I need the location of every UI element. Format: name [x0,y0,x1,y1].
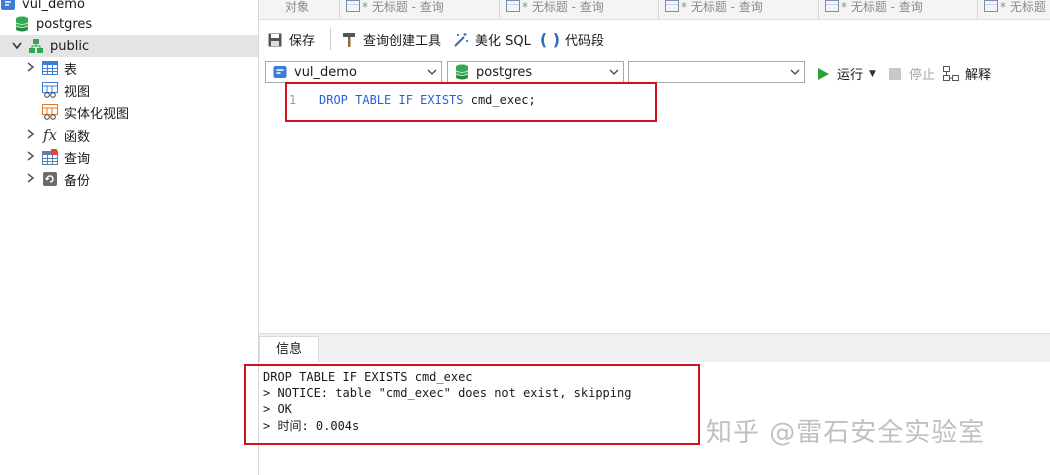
tree-item-queries[interactable]: 查询 [26,146,90,168]
parentheses-icon: ( ) [539,30,561,49]
tree-item-label: 实体化视图 [64,106,130,122]
database-select[interactable]: postgres [447,61,624,83]
chevron-right-icon[interactable] [26,172,36,186]
tab-query-3[interactable]: * 无标题 - 查询 [658,0,817,19]
tree-item-label: public [50,38,90,54]
tab-query-5[interactable]: * 无标题 [977,0,1050,19]
sql-editor[interactable]: 1 DROP TABLE IF EXISTS cmd_exec; [259,90,1050,330]
result-tab-bar: 信息 [259,333,1050,363]
connection-icon [0,0,16,12]
tab-objects[interactable]: 对象 [281,0,335,19]
watermark: 知乎 @雷石安全实验室 [706,418,986,448]
run-label: 运行 [837,68,864,83]
tab-label: 对象 [285,0,310,14]
tab-query-2[interactable]: * 无标题 - 查询 [499,0,658,19]
query-tab-icon [346,0,360,12]
function-icon: fx [42,126,57,144]
chevron-down-icon [609,65,619,82]
tree-item-label: 表 [64,62,78,78]
connection-select-value: vul_demo [294,64,357,80]
beautify-sql-label: 美化 SQL [475,34,531,49]
tree-item-label: 函数 [64,129,91,145]
explain-button[interactable]: 解释 [943,64,991,83]
backup-icon [42,171,58,187]
chevron-down-icon [790,65,800,82]
tab-label: * 无标题 - 查询 [841,0,923,14]
tree-item-label: 查询 [64,151,91,167]
tree-item-schema-public[interactable]: public [0,35,258,57]
schema-icon [28,38,44,54]
materialized-view-icon [42,104,58,120]
tab-query-4[interactable]: * 无标题 - 查询 [818,0,977,19]
magic-wand-icon [453,32,469,48]
tab-info[interactable]: 信息 [259,336,319,363]
save-button[interactable]: 保存 [267,30,315,49]
database-icon [454,64,470,80]
tree-item-label: 备份 [64,173,91,189]
tab-label: * 无标题 - 查询 [522,0,604,14]
tab-label: 信息 [275,342,302,357]
save-icon [267,32,283,48]
query-toolbar: 保存 查询创建工具 美化 SQL ( ) 代码段 [259,22,1050,56]
tree-item-label: postgres [36,16,93,32]
tree-item-materialized-views[interactable]: 实体化视图 [42,101,129,123]
play-icon [815,66,831,82]
stop-button[interactable]: 停止 [887,64,935,83]
run-button[interactable]: 运行 ▼ [815,64,876,83]
query-builder-button[interactable]: 查询创建工具 [341,30,441,49]
tree-item-backups[interactable]: 备份 [26,168,90,190]
chevron-right-icon[interactable] [26,61,36,75]
stop-icon [887,66,903,82]
view-icon [42,82,58,98]
tree-item-views[interactable]: 视图 [42,79,90,101]
tab-label: * 无标题 - 查询 [681,0,763,14]
tree-item-tables[interactable]: 表 [26,57,77,79]
hammer-icon [341,32,357,48]
connection-icon [272,64,288,80]
chevron-down-icon[interactable] [12,40,22,53]
explain-label: 解释 [965,68,992,83]
query-tab-icon [506,0,520,12]
code-snippet-label: 代码段 [565,34,605,49]
beautify-sql-button[interactable]: 美化 SQL [453,30,531,49]
tree-item-label: 视图 [64,84,91,100]
chevron-down-icon [427,65,437,82]
query-tab-icon [825,0,839,12]
database-icon [14,16,30,32]
run-dropdown-icon[interactable]: ▼ [869,69,876,79]
editor-tab-bar: 对象 * 无标题 - 查询 * 无标题 - 查询 * 无标题 - 查询 * 无标… [259,0,1050,20]
tree-item-label: vul_demo [22,0,85,12]
chevron-right-icon[interactable] [26,150,36,164]
query-tab-icon [665,0,679,12]
chevron-right-icon[interactable] [26,128,36,142]
tree-item-database[interactable]: postgres [0,13,92,35]
highlight-box-info [244,364,700,445]
connection-select[interactable]: vul_demo [265,61,442,83]
highlight-box-editor [285,82,657,122]
query-icon [42,149,58,165]
tab-label: * 无标题 [1000,0,1046,14]
schema-select[interactable] [628,61,805,83]
tab-query-1[interactable]: * 无标题 - 查询 [339,0,498,19]
tree-item-functions[interactable]: fx 函数 [26,124,90,146]
navigator-panel: vul_demo postgres public 表 视图 实体化视图 fx 函… [0,0,259,475]
query-builder-label: 查询创建工具 [363,34,442,49]
query-tab-icon [984,0,998,12]
save-label: 保存 [289,34,316,49]
code-snippet-button[interactable]: ( ) 代码段 [539,30,605,49]
tab-label: * 无标题 - 查询 [362,0,444,14]
stop-label: 停止 [909,68,936,83]
table-icon [42,60,58,76]
database-select-value: postgres [476,64,533,80]
toolbar-divider [330,28,331,50]
explain-icon [943,65,959,82]
